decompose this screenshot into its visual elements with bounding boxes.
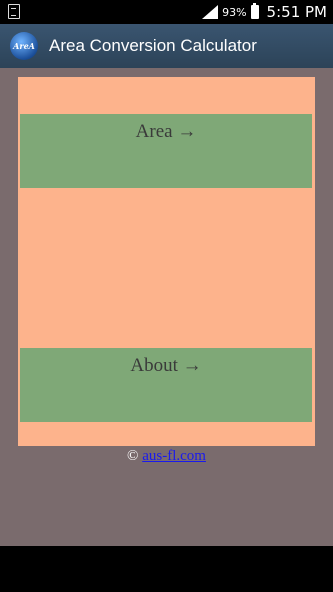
app-title: Area Conversion Calculator [49, 36, 257, 55]
signal-icon [202, 5, 219, 19]
battery-icon [250, 3, 259, 19]
status-bar: 93% 5:51 PM [0, 0, 333, 24]
copyright-symbol: © [127, 448, 139, 464]
battery-percent: 93% [222, 5, 247, 19]
app-logo-icon[interactable]: AreA [10, 32, 38, 60]
bottom-bar [0, 546, 333, 592]
menu-panel: Area → About → [18, 77, 315, 446]
status-left [8, 4, 20, 19]
status-right: 93% 5:51 PM [202, 0, 327, 24]
main-content: Area → About → © aus-fl.com [0, 68, 333, 546]
action-bar: AreA Area Conversion Calculator [0, 24, 333, 68]
about-button-label: About → [130, 355, 202, 376]
area-button[interactable]: Area → [20, 114, 312, 188]
clock: 5:51 PM [266, 3, 327, 21]
area-button-label: Area → [135, 121, 197, 142]
copyright-footer: © aus-fl.com [0, 448, 333, 465]
website-link[interactable]: aus-fl.com [142, 448, 206, 464]
about-button[interactable]: About → [20, 348, 312, 422]
sd-card-icon [8, 4, 20, 19]
app-logo-text: AreA [13, 41, 35, 51]
